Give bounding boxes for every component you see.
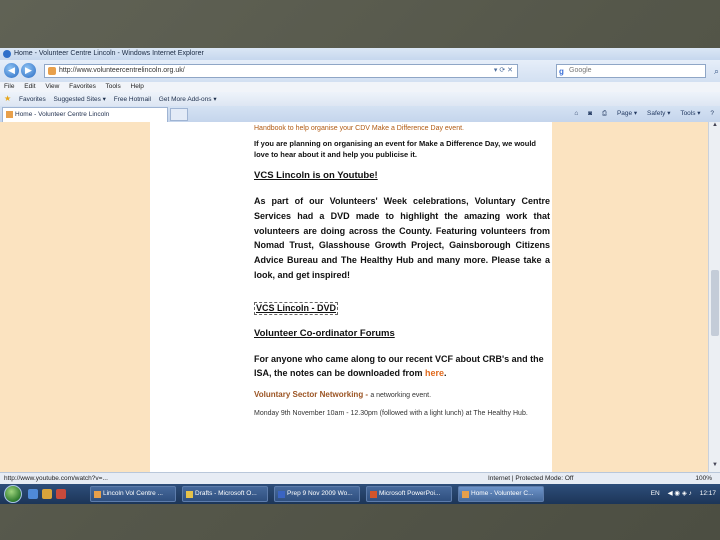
status-zone: Internet | Protected Mode: Off (488, 475, 574, 482)
scroll-up-icon[interactable]: ▲ (709, 122, 720, 132)
address-row: ◀ ▶ http://www.volunteercentrelincoln.or… (0, 60, 720, 82)
forward-button[interactable]: ▶ (21, 63, 36, 78)
address-url: http://www.volunteercentrelincoln.org.uk… (59, 67, 185, 74)
search-input[interactable]: g Google ⌕ (556, 64, 719, 78)
cmd-safety[interactable]: Safety ▾ (647, 110, 671, 117)
favorites-star-icon[interactable]: ★ (4, 94, 11, 103)
search-placeholder: Google (569, 67, 592, 74)
orange-note[interactable]: Handbook to help organise your CDV Make … (254, 125, 464, 132)
tab-row: Home - Volunteer Centre Lincoln ⌂ ◙ ⎙ Pa… (0, 106, 720, 122)
task-label: Drafts - Microsoft O... (195, 490, 257, 497)
fav-add-ons[interactable]: Get More Add-ons ▾ (159, 96, 217, 103)
google-icon: g (559, 67, 564, 76)
tray-clock[interactable]: 12:17 (700, 490, 716, 497)
browser-screen: Home - Volunteer Centre Lincoln - Window… (0, 48, 720, 504)
menu-file[interactable]: File (4, 83, 14, 90)
tab-label: Home - Volunteer Centre Lincoln (15, 111, 110, 118)
para-vcf-end: . (444, 368, 447, 378)
title-bar: Home - Volunteer Centre Lincoln - Window… (0, 48, 720, 60)
task-powerpoint[interactable]: Microsoft PowerPoi... (366, 486, 452, 502)
status-zoom[interactable]: 100% (695, 473, 712, 484)
media-quicklaunch-icon[interactable] (56, 489, 66, 499)
ie-icon (3, 50, 11, 58)
para-volunteers-week: As part of our Volunteers' Week celebrat… (254, 196, 550, 280)
ie-quicklaunch-icon[interactable] (28, 489, 38, 499)
fav-free-hotmail[interactable]: Free Hotmail (114, 96, 151, 103)
outlook-task-icon (186, 491, 193, 498)
task-prep[interactable]: Prep 9 Nov 2009 Wo... (274, 486, 360, 502)
ie-task-icon (462, 491, 469, 498)
menu-favorites[interactable]: Favorites (69, 83, 96, 90)
para-vcf-text: For anyone who came along to our recent … (254, 354, 544, 378)
help-icon[interactable]: ? (710, 110, 714, 117)
tray-icons[interactable]: ◀ ◉ ◈ ♪ (668, 490, 692, 497)
fav-suggested-sites[interactable]: Suggested Sites ▾ (54, 96, 106, 103)
page-column: Handbook to help organise your CDV Make … (150, 122, 552, 472)
task-drafts[interactable]: Drafts - Microsoft O... (182, 486, 268, 502)
cmd-page[interactable]: Page ▾ (617, 110, 637, 117)
system-tray: EN ◀ ◉ ◈ ♪ 12:17 (645, 484, 716, 504)
para-vcf: For anyone who came along to our recent … (254, 352, 550, 380)
command-bar: ⌂ ◙ ⎙ Page ▾ Safety ▾ Tools ▾ ? (566, 106, 714, 122)
menu-help[interactable]: Help (131, 83, 144, 90)
page-favicon-icon (48, 67, 56, 75)
tab-favicon-icon (6, 111, 13, 118)
scroll-down-icon[interactable]: ▼ (709, 462, 720, 472)
task-label: Prep 9 Nov 2009 Wo... (287, 490, 353, 497)
menu-edit[interactable]: Edit (24, 83, 35, 90)
tab-home[interactable]: Home - Volunteer Centre Lincoln (2, 107, 168, 122)
taskbar: Lincoln Vol Centre ... Drafts - Microsof… (0, 484, 720, 504)
start-button[interactable] (4, 485, 22, 503)
explorer-quicklaunch-icon[interactable] (42, 489, 52, 499)
task-label: Home - Volunteer C... (471, 490, 534, 497)
new-tab-button[interactable] (170, 108, 188, 121)
feeds-icon[interactable]: ◙ (588, 110, 592, 117)
event-line: Monday 9th November 10am - 12.30pm (foll… (254, 410, 528, 417)
status-url: http://www.youtube.com/watch?v=... (4, 475, 108, 482)
favorites-bar: ★ Favorites Suggested Sites ▾ Free Hotma… (0, 92, 720, 106)
word-task-icon (278, 491, 285, 498)
page-viewport: Handbook to help organise your CDV Make … (0, 122, 708, 472)
tray-language[interactable]: EN (651, 490, 660, 497)
dvd-link[interactable]: VCS Lincoln - DVD (254, 302, 339, 315)
address-input[interactable]: http://www.volunteercentrelincoln.org.uk… (44, 64, 518, 78)
refresh-stop-icons[interactable]: ▾ ⟳ ✕ (494, 65, 513, 77)
ie-task-icon (94, 491, 101, 498)
home-icon[interactable]: ⌂ (574, 110, 578, 117)
window-title: Home - Volunteer Centre Lincoln - Window… (14, 50, 204, 57)
heading-forums: Volunteer Co-ordinator Forums (254, 328, 395, 339)
scroll-thumb[interactable] (711, 270, 719, 336)
menu-bar: File Edit View Favorites Tools Help (0, 82, 720, 92)
cmd-tools[interactable]: Tools ▾ (680, 110, 700, 117)
task-lincoln-vol[interactable]: Lincoln Vol Centre ... (90, 486, 176, 502)
search-icon[interactable]: ⌕ (714, 65, 719, 77)
print-icon[interactable]: ⎙ (602, 110, 607, 117)
here-link[interactable]: here (425, 368, 444, 378)
networking-heading: Voluntary Sector Networking - a networki… (254, 390, 431, 399)
task-label: Lincoln Vol Centre ... (103, 490, 163, 497)
vertical-scrollbar[interactable]: ▲ ▼ (708, 122, 720, 472)
networking-title: Voluntary Sector Networking - (254, 390, 371, 399)
menu-view[interactable]: View (45, 83, 59, 90)
status-bar: http://www.youtube.com/watch?v=... Inter… (0, 472, 720, 484)
back-button[interactable]: ◀ (4, 63, 19, 78)
task-label: Microsoft PowerPoi... (379, 490, 441, 497)
favorites-button[interactable]: Favorites (19, 96, 46, 103)
para-make-difference: If you are planning on organising an eve… (254, 139, 536, 159)
heading-youtube: VCS Lincoln is on Youtube! (254, 170, 378, 181)
menu-tools[interactable]: Tools (106, 83, 121, 90)
powerpoint-task-icon (370, 491, 377, 498)
task-home-volunteer[interactable]: Home - Volunteer C... (458, 486, 544, 502)
networking-sub: a networking event. (370, 392, 432, 399)
